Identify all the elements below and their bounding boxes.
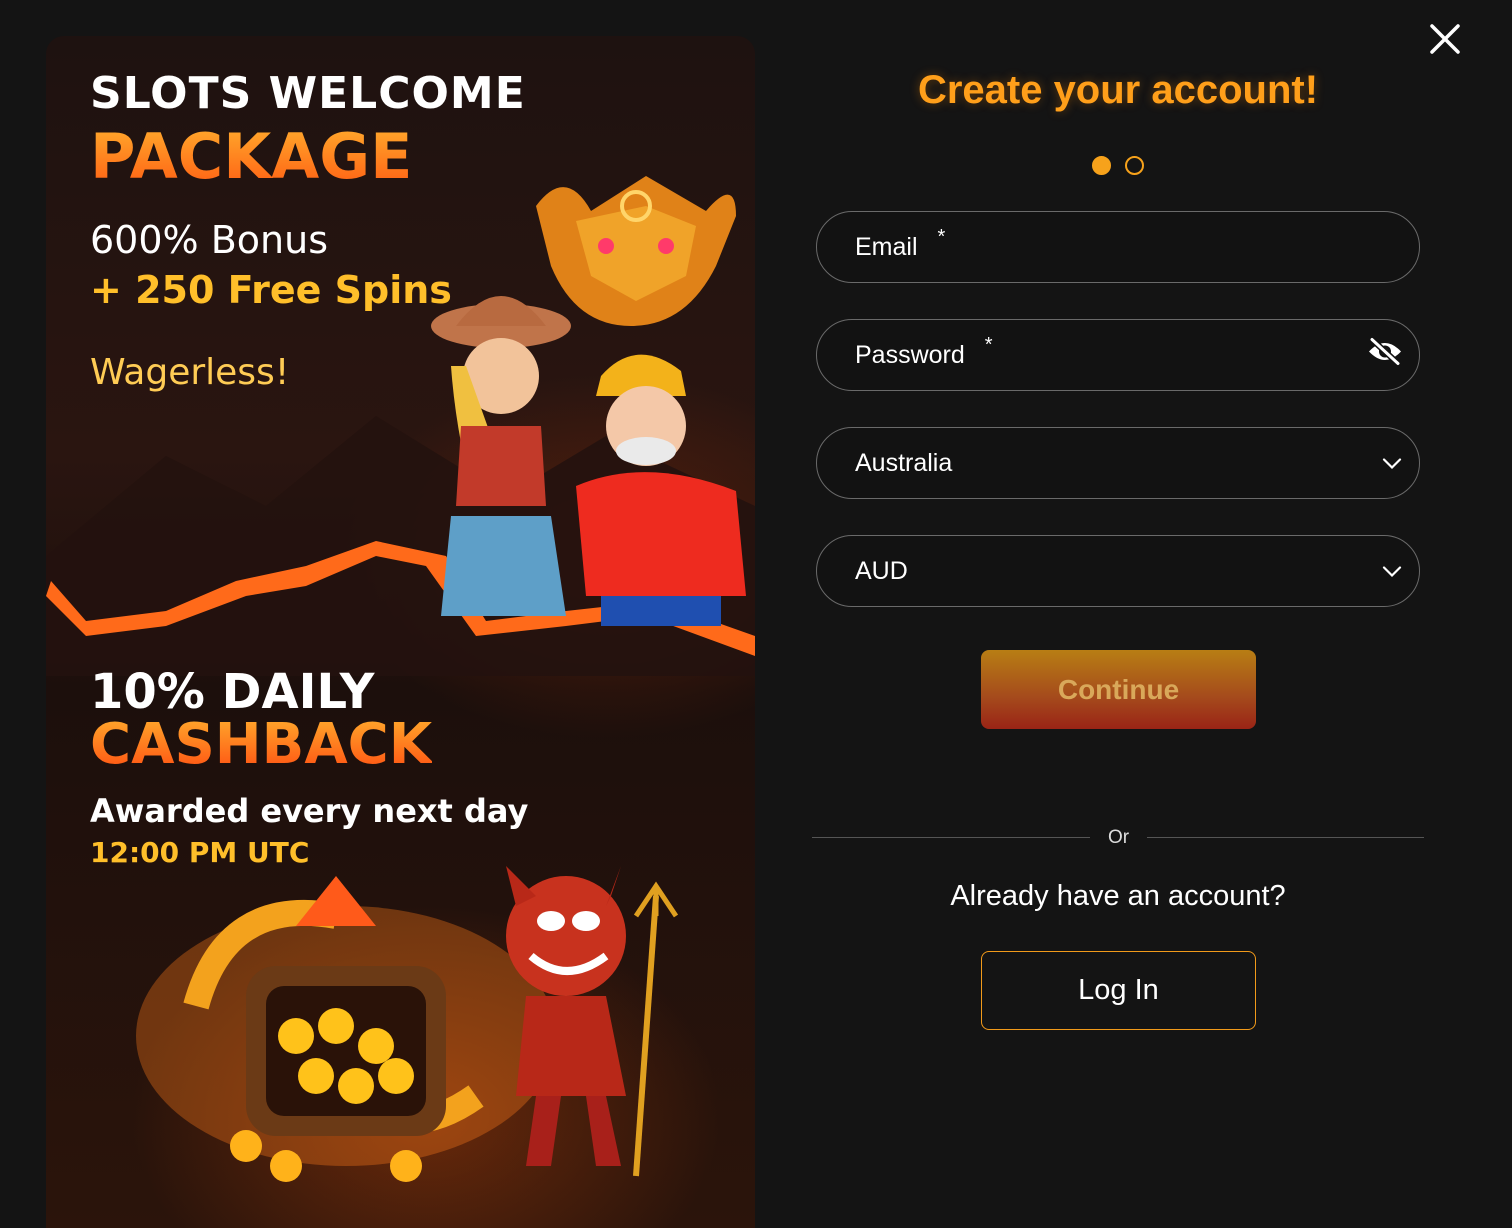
divider-left xyxy=(812,837,1090,838)
chevron-down-icon xyxy=(1382,566,1402,578)
email-field[interactable]: Email * xyxy=(816,211,1420,283)
email-label: Email xyxy=(855,232,918,261)
slot-machine-with-coins xyxy=(136,876,556,1182)
promo-artwork xyxy=(46,176,755,1182)
close-icon xyxy=(1430,24,1460,54)
promo-banner: SLOTS WELCOME PACKAGE 600% Bonus + 250 F… xyxy=(46,36,755,1228)
step-dot-2 xyxy=(1125,156,1144,175)
or-label: Or xyxy=(1107,827,1130,848)
promo-cashback-accent: CASHBACK xyxy=(90,712,433,777)
promo-headline-accent: PACKAGE xyxy=(90,120,413,193)
country-value: Australia xyxy=(855,448,953,477)
cowgirl-character xyxy=(431,296,571,616)
divider-right xyxy=(1147,837,1424,838)
eye-slash-icon xyxy=(1369,337,1401,366)
promo-wagerless: Wagerless! xyxy=(90,352,290,393)
continue-button[interactable]: Continue xyxy=(981,650,1256,729)
promo-time: 12:00 PM UTC xyxy=(90,836,310,869)
step-dot-1 xyxy=(1092,156,1111,175)
promo-awarded-text: Awarded every next day xyxy=(90,792,529,830)
devil-character xyxy=(506,866,679,1177)
password-label: Password xyxy=(855,340,965,369)
promo-bonus: 600% Bonus xyxy=(90,218,329,262)
already-have-account-text: Already have an account? xyxy=(950,880,1286,912)
currency-select[interactable]: AUD xyxy=(816,535,1420,607)
required-marker: * xyxy=(984,334,993,356)
chevron-down-icon xyxy=(1382,458,1402,470)
login-button[interactable]: Log In xyxy=(981,951,1256,1030)
currency-value: AUD xyxy=(855,556,908,585)
password-field[interactable]: Password * xyxy=(816,319,1420,391)
form-title: Create your account! xyxy=(917,68,1319,112)
close-button[interactable] xyxy=(1424,18,1466,60)
password-visibility-toggle[interactable] xyxy=(1367,337,1403,374)
golden-bull-emblem xyxy=(536,176,736,326)
required-marker: * xyxy=(937,226,946,248)
promo-headline: SLOTS WELCOME xyxy=(90,68,526,119)
promo-free-spins: + 250 Free Spins xyxy=(90,268,452,312)
miner-character xyxy=(576,354,746,626)
step-indicator xyxy=(1092,156,1144,175)
country-select[interactable]: Australia xyxy=(816,427,1420,499)
